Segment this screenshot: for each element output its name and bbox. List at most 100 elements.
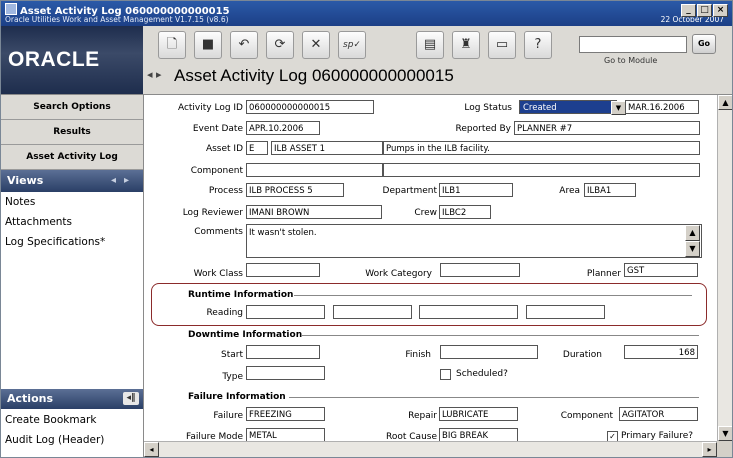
tab-search-options[interactable]: Search Options [1,95,143,120]
scroll-right-icon[interactable]: ▸ [702,442,717,457]
start-label: Start [221,350,243,360]
tab-results[interactable]: Results [1,120,143,145]
asset-id-label: Asset ID [205,144,243,154]
reading-field-4[interactable] [526,305,605,319]
runtime-section-title: Runtime Information [188,290,294,300]
print-icon[interactable]: ▤ [416,31,444,59]
refresh-icon[interactable]: ⟳ [266,31,294,59]
scheduled-label: Scheduled? [456,369,508,379]
failure-mode-field[interactable]: METAL [246,428,325,441]
activity-log-id-label: Activity Log ID [177,103,243,113]
undo-icon[interactable]: ↶ [230,31,258,59]
log-status-select[interactable]: Created [519,100,617,114]
spell-check-icon[interactable]: sp✓ [338,31,366,59]
process-label: Process [208,186,243,196]
reading-field-3[interactable] [419,305,518,319]
planner-label: Planner [586,269,621,279]
collapse-actions-icon[interactable]: ◂‖ [123,392,139,405]
event-date-field[interactable]: APR.10.2006 [246,121,320,135]
component-field[interactable] [246,163,383,177]
type-field[interactable] [246,366,325,380]
close-button[interactable]: × [713,4,728,17]
reported-by-label: Reported By [455,124,511,134]
type-label: Type [222,372,243,382]
reported-by-field[interactable]: PLANNER #7 [514,121,700,135]
scroll-up-icon[interactable]: ▲ [718,95,732,110]
actions-list: Create Bookmark Audit Log (Header) [1,410,143,450]
scheduled-checkbox[interactable] [440,369,451,380]
record-nav-arrows[interactable]: ◂ ▸ [147,68,162,81]
help-icon[interactable]: ? [524,31,552,59]
go-button[interactable]: Go [692,34,716,54]
failure-component-label: Component [560,411,613,421]
asset-description-field: Pumps in the ILB facility. [383,141,700,155]
action-audit-log[interactable]: Audit Log (Header) [1,430,143,450]
reading-field-1[interactable] [246,305,325,319]
reading-field-2[interactable] [333,305,412,319]
comments-scroll-up-icon[interactable]: ▲ [685,225,700,241]
log-status-date-field[interactable]: MAR.16.2006 [625,100,699,114]
view-link-log-specifications[interactable]: Log Specifications* [1,232,143,252]
failure-mode-label: Failure Mode [186,432,243,441]
horizontal-scrollbar[interactable]: ◂ ▸ [144,441,717,457]
start-field[interactable] [246,345,320,359]
department-field[interactable]: ILB1 [439,183,513,197]
scroll-down-icon[interactable]: ▼ [718,426,732,441]
repair-field[interactable]: LUBRICATE [439,407,518,421]
actions-header: Actions ◂‖ [1,389,143,409]
duration-label: Duration [562,350,602,360]
failure-section-title: Failure Information [188,392,286,402]
crew-field[interactable]: ILBC2 [439,205,491,219]
work-category-field[interactable] [440,263,520,277]
primary-failure-checkbox[interactable]: ✓ [607,431,618,441]
maximize-button[interactable]: □ [697,4,712,17]
finish-field[interactable] [440,345,538,359]
save-icon[interactable]: ■ [194,31,222,59]
view-link-attachments[interactable]: Attachments [1,212,143,232]
title-bar: Asset Activity Log 060000000000015 Oracl… [1,1,732,26]
vertical-scrollbar[interactable]: ▲ ▼ [717,95,732,441]
log-reviewer-field[interactable]: IMANI BROWN [246,205,382,219]
window-subtitle: Oracle Utilities Work and Asset Manageme… [5,15,229,24]
view-link-notes[interactable]: Notes [1,192,143,212]
failure-component-field[interactable]: AGITATOR [619,407,698,421]
scroll-left-icon[interactable]: ◂ [144,442,159,457]
comments-textarea[interactable]: It wasn't stolen. [246,224,702,258]
minimize-button[interactable]: _ [681,4,696,17]
work-category-label: Work Category [365,269,432,279]
new-icon[interactable]: 🗋 [158,31,186,59]
attach-icon[interactable]: ♜ [452,31,480,59]
asset-id-field[interactable]: ILB ASSET 1 [271,141,383,155]
form-content: Activity Log ID 060000000000015 Log Stat… [144,95,717,441]
failure-label: Failure [213,411,243,421]
go-to-module-input[interactable] [579,36,687,53]
downtime-section-title: Downtime Information [188,330,303,340]
repair-label: Repair [408,411,437,421]
asset-type-field[interactable]: E [246,141,268,155]
views-nav-arrows[interactable]: ◂▸ [111,170,137,192]
activity-log-id-field[interactable]: 060000000000015 [246,100,374,114]
area-field[interactable]: ILBA1 [584,183,636,197]
reading-label: Reading [206,308,243,318]
bookmark-icon[interactable]: ▭ [488,31,516,59]
duration-field[interactable]: 168 [624,345,698,359]
tab-asset-activity-log[interactable]: Asset Activity Log [1,145,143,170]
oracle-logo: ORACLE [1,26,143,94]
module-header: ORACLE 🗋 ■ ↶ ⟳ ✕ sp✓ ▤ ♜ ▭ ? Go Go to Mo… [1,26,732,95]
log-status-label: Log Status [464,103,512,113]
delete-icon[interactable]: ✕ [302,31,330,59]
comments-scroll-down-icon[interactable]: ▼ [685,241,700,257]
planner-field[interactable]: GST [624,263,698,277]
crew-label: Crew [414,208,437,218]
process-field[interactable]: ILB PROCESS 5 [246,183,344,197]
finish-label: Finish [405,350,431,360]
primary-failure-label: Primary Failure? [621,431,694,441]
window-controls: _ □ × [681,4,728,17]
failure-field[interactable]: FREEZING [246,407,325,421]
work-class-field[interactable] [246,263,320,277]
component-description-field [383,163,700,177]
action-create-bookmark[interactable]: Create Bookmark [1,410,143,430]
root-cause-field[interactable]: BIG BREAK [439,428,518,441]
chevron-down-icon[interactable]: ▼ [611,101,626,115]
app-icon [5,3,17,15]
